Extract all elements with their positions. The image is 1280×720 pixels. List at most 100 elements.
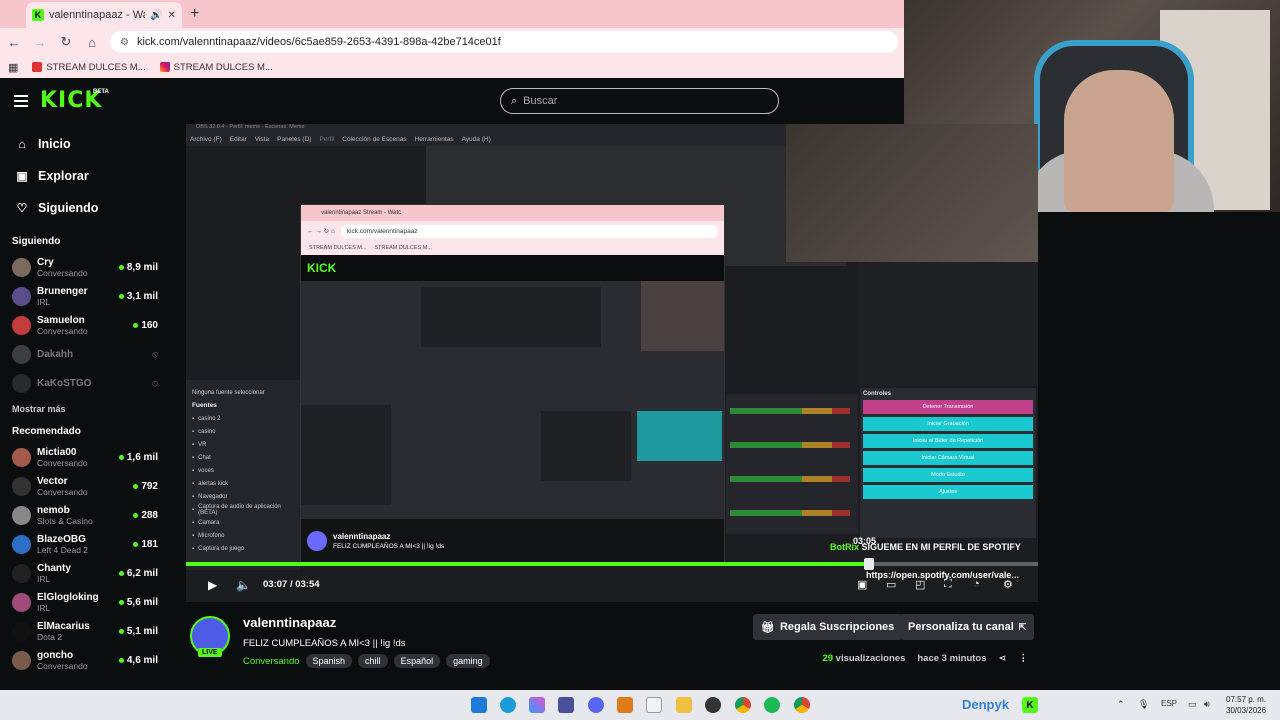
sidebar-channel[interactable]: nemob Slots & Casino 288 [0,501,170,530]
reload-icon[interactable]: ↻ [58,34,74,50]
mic-icon[interactable]: 🎙︎ [1138,699,1149,710]
new-tab-icon[interactable]: + [190,5,199,23]
customize-channel-button[interactable]: Personaliza tu canal ⇱ [900,614,1035,640]
sidebar-channel[interactable]: ElMacarius Dota 2 5,1 mil [0,617,170,646]
nav-label: Explorar [38,169,89,183]
theater-icon[interactable]: ▭ [886,578,896,591]
channel-info: Cry Conversando [37,257,113,278]
copilot-icon[interactable] [529,697,545,713]
customize-label: Personaliza tu canal [908,621,1014,633]
spotify-icon[interactable] [764,697,780,713]
discord-icon[interactable] [588,697,604,713]
nested-kick-logo: KICK [307,261,337,275]
channel-info: goncho Conversando [37,650,113,671]
bookmark-label: STREAM DULCES M... [46,61,146,73]
gift-subs-button[interactable]: 🎁︎ Regala Suscripciones [753,614,903,640]
heart-icon: ♡ [16,201,28,215]
channel-info: ElMacarius Dota 2 [37,621,113,642]
hover-time-tooltip: 03:05 [853,536,877,546]
sidebar-channel[interactable]: Mictia00 Conversando 1,6 mil [0,443,170,472]
share-icon[interactable]: ⋖ [999,653,1007,664]
category-link[interactable]: Conversando [243,656,300,667]
sidebar-channel[interactable]: goncho Conversando 4,6 mil [0,646,170,675]
nested-obs-box [421,287,601,347]
file-icon[interactable] [646,697,662,713]
sidebar-channel[interactable]: KaKoSTGO ⦸ [0,369,170,398]
pip-icon[interactable]: ◰ [915,578,925,591]
clock-date: 30/03/2026 [1226,706,1267,715]
fullscreen-icon[interactable]: ⛶ [944,578,952,591]
sidebar-channel[interactable]: Chanty IRL 6,2 mil [0,559,170,588]
tag-pill[interactable]: Spanish [305,654,353,668]
home-browser-icon[interactable]: ⌂ [84,35,100,50]
obs-icon[interactable] [705,697,721,713]
audio-icon[interactable]: 🔊 [150,10,162,21]
bookmark-1[interactable]: STREAM DULCES M... [32,61,146,73]
bookmark-2[interactable]: STREAM DULCES M... [159,62,273,73]
channel-name: Chanty [37,563,71,574]
network-icon[interactable]: ▭ [1188,699,1197,710]
nav-explorar[interactable]: ▣ Explorar [0,160,170,192]
sidebar-channel[interactable]: Samuelon Conversando 160 [0,311,170,340]
shield-app-icon[interactable] [617,697,633,713]
tag-pill[interactable]: Español [393,654,441,668]
back-icon[interactable]: ← [6,35,22,50]
volume-icon[interactable]: 🔈 [236,578,251,592]
menu-icon[interactable] [14,95,28,107]
site-info-icon[interactable]: ⚙ [120,37,129,48]
language-indicator[interactable]: ESP [1161,699,1177,708]
video-player[interactable]: OBS 32.0.4 - Perfil: meme - Escenas: Mem… [186,124,1038,602]
tag-pill[interactable]: gaming [446,654,490,668]
nested-browser: valenntinapaaz Stream - Watc ← → ↻ ⌂ kic… [300,204,725,564]
channel-name[interactable]: valenntinapaaz [243,615,336,630]
tag-pill[interactable]: chill [358,654,388,668]
channel-avatar [12,374,31,393]
edge-icon[interactable] [500,697,516,713]
windows-start-icon[interactable] [471,697,487,713]
nav-inicio[interactable]: ⌂ Inicio [0,128,170,160]
miniplayer-icon[interactable]: ▣ [857,578,867,591]
obs-source-item: ▪ Captura de juego [192,542,294,555]
sidebar-channel[interactable]: Vector Conversando 792 [0,472,170,501]
sidebar-channel[interactable]: Dakahh ⦸ [0,340,170,369]
vs-icon[interactable] [558,697,574,713]
play-icon[interactable]: ▶ [208,578,217,592]
nested-bookmark: STREAM DULCES M... [374,245,432,251]
sidebar-channel[interactable]: ElGlogloking IRL 5,6 mil [0,588,170,617]
more-options-icon[interactable]: ⋮ [1019,653,1029,664]
tray-chevron-icon[interactable]: ⌃ [1117,699,1125,710]
channel-category: Conversando [37,326,88,336]
forward-icon[interactable]: → [32,35,48,50]
nested-obs-box [637,411,722,461]
sidebar-channel[interactable]: Cry Conversando 8,9 mil [0,253,170,282]
search-input[interactable]: ⌕ Buscar [500,88,779,114]
progress-fill [186,562,869,566]
progress-bar[interactable] [186,562,1038,566]
source-icon: ▪ [192,454,195,461]
channel-category: Dota 2 [37,632,63,642]
address-bar[interactable]: ⚙ kick.com/valenntinapaaz/videos/6c5ae85… [110,31,898,53]
volume-tray-icon[interactable]: 🔊︎ [1204,699,1210,710]
audio-meter [730,476,850,482]
live-dot-icon [118,629,124,634]
speed-icon[interactable]: ◔ [973,578,980,590]
browser-tab[interactable]: K valenntinapaaz - Watch the 🔊 ✕ [26,2,182,28]
channel-avatar [12,622,31,641]
nav-siguiendo[interactable]: ♡ Siguiendo [0,192,170,224]
apps-grid-icon[interactable]: ▦ [8,61,18,74]
nested-obs-box [301,405,391,505]
live-dot-icon [118,294,124,299]
sidebar-channel[interactable]: BlazeOBG Left 4 Dead 2 181 [0,530,170,559]
chrome-active-icon[interactable] [794,697,810,713]
sidebar-channel[interactable]: Brunenger IRL 3,1 mil [0,282,170,311]
close-tab-icon[interactable]: ✕ [168,10,176,21]
channel-avatar [12,287,31,306]
show-more-link[interactable]: Mostrar más [0,398,170,420]
chrome-icon[interactable] [735,697,751,713]
channel-info: Mictia00 Conversando [37,447,113,468]
folder-icon[interactable] [676,697,692,713]
live-dot-icon [118,658,124,663]
settings-gear-icon[interactable]: ⚙ [1003,578,1013,591]
clock[interactable]: 07:57 p. m. 30/03/2026 [1226,694,1266,716]
search-icon: ⌕ [511,94,518,107]
